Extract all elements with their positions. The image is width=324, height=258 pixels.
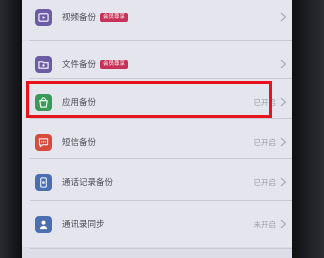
app-store-icon [35, 93, 52, 111]
phone-log-icon [35, 173, 52, 191]
message-icon [35, 133, 52, 151]
chevron-right-icon [280, 97, 287, 107]
folder-icon [35, 55, 52, 73]
contacts-sync-label: 通讯录同步 [62, 220, 105, 230]
video-backup-label: 视频备份 [62, 13, 97, 23]
contacts-icon [35, 215, 52, 233]
chevron-right-icon [280, 137, 287, 147]
status-text: 已开启 [253, 97, 277, 107]
file-backup-label: 文件备份 [62, 60, 97, 70]
member-badge: 会员尊享 [100, 60, 129, 69]
phone-screen: 视频备份 会员尊享 文件备份 会员尊享 应用备份 已开启 短信备份 已开启 通话… [22, 0, 292, 258]
sms-backup-label: 短信备份 [62, 138, 97, 148]
call-log-backup-label: 通话记录备份 [62, 178, 114, 188]
chevron-right-icon [280, 177, 287, 187]
list-item-contacts-sync[interactable]: 通讯录同步 未开启 [22, 201, 292, 247]
phone-bezel-left [0, 0, 22, 258]
chevron-right-icon [280, 12, 287, 22]
list-item-label: 文件备份 会员尊享 [62, 58, 129, 70]
chevron-right-icon [280, 59, 287, 69]
video-icon [35, 8, 52, 26]
list-item-video-backup[interactable]: 视频备份 会员尊享 [22, 0, 292, 40]
phone-bezel-right [292, 0, 324, 258]
status-text: 已开启 [253, 177, 277, 187]
list-item-label: 视频备份 会员尊享 [62, 11, 129, 23]
app-backup-label: 应用备份 [62, 98, 97, 108]
chevron-right-icon [280, 219, 287, 229]
member-badge: 会员尊享 [100, 13, 129, 22]
list-item-call-log-backup[interactable]: 通话记录备份 已开启 [22, 159, 292, 205]
status-text: 已开启 [253, 137, 277, 147]
status-text: 未开启 [253, 219, 277, 229]
divider [30, 248, 292, 249]
